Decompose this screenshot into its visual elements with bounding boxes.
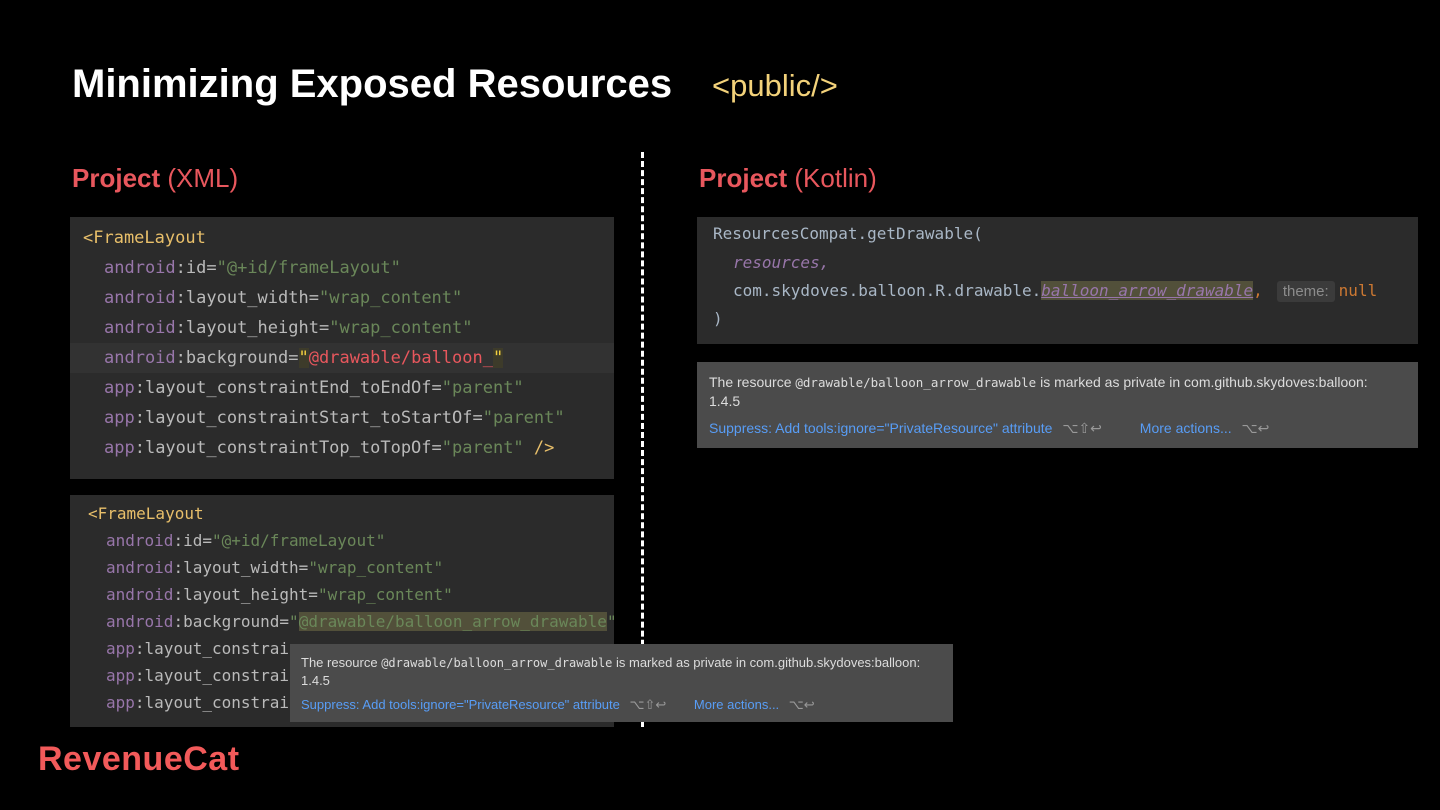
code-line: android:id="@+id/frameLayout" — [106, 531, 386, 550]
code-line: app:layout_constrain — [106, 666, 299, 685]
lint-tooltip-xml: The resource @drawable/balloon_arrow_dra… — [290, 644, 953, 722]
code-line: android:layout_height="wrap_content" — [106, 585, 453, 604]
code-line-background: android:background="@drawable/balloon_ar… — [106, 612, 617, 631]
revenuecat-logo: RevenueCat — [38, 740, 240, 778]
suppress-shortcut: ⌥⇧↩ — [629, 698, 667, 713]
code-line: app:layout_constrain — [106, 639, 299, 658]
code-open-tag: <FrameLayout — [88, 504, 204, 523]
suppress-link[interactable]: Suppress: Add tools:ignore="PrivateResou… — [301, 697, 620, 712]
xml-code-panel-1: <FrameLayout android:id="@+id/frameLayou… — [70, 217, 614, 479]
kotlin-code: ResourcesCompat.getDrawable( resources, … — [713, 224, 1377, 338]
more-actions-link[interactable]: More actions... — [694, 697, 779, 712]
slide-title: Minimizing Exposed Resources — [72, 62, 673, 106]
more-actions-shortcut: ⌥↩ — [788, 698, 815, 713]
suppress-link[interactable]: Suppress: Add tools:ignore="PrivateResou… — [709, 420, 1052, 436]
right-section-bold: Project — [699, 163, 788, 193]
code-line: app:layout_constraintTop_toTopOf="parent… — [104, 438, 555, 458]
private-resource-reference: balloon_arrow_drawable — [1041, 281, 1254, 300]
code-open-tag: <FrameLayout — [83, 228, 206, 248]
more-actions-link[interactable]: More actions... — [1140, 420, 1232, 436]
code-line: android:id="@+id/frameLayout" — [104, 258, 401, 278]
code-line: android:layout_width="wrap_content" — [106, 558, 444, 577]
xml-code-1: <FrameLayout android:id="@+id/frameLayou… — [83, 228, 565, 458]
code-line-background: android:background="@drawable/balloon_" — [104, 348, 504, 368]
code-line: app:layout_constrain — [106, 693, 299, 712]
code-line: android:layout_width="wrap_content" — [104, 288, 463, 308]
left-section-rest: (XML) — [160, 163, 239, 193]
tooltip-message: The resource @drawable/balloon_arrow_dra… — [301, 655, 921, 688]
private-resource-reference: @drawable/balloon_arrow_drawable — [298, 612, 607, 631]
left-section-bold: Project — [72, 163, 161, 193]
center-divider — [641, 152, 644, 727]
tooltip-actions: Suppress: Add tools:ignore="PrivateResou… — [301, 697, 815, 713]
right-section-rest: (Kotlin) — [787, 163, 877, 193]
suppress-shortcut: ⌥⇧↩ — [1062, 421, 1102, 437]
code-line: android:layout_height="wrap_content" — [104, 318, 473, 338]
slide-tag: <public/> — [712, 68, 838, 103]
inlay-hint-theme: theme: — [1276, 281, 1335, 302]
xml-code-2: <FrameLayout android:id="@+id/frameLayou… — [88, 504, 617, 712]
unresolved-reference: @drawable/balloon_ — [308, 348, 493, 368]
code-line-drawable: com.skydoves.balloon.R.drawable.balloon_… — [733, 281, 1378, 302]
code-line: resources, — [733, 253, 830, 272]
code-line: app:layout_constraintEnd_toEndOf="parent… — [104, 378, 524, 398]
right-section-header: Project (Kotlin) — [699, 163, 877, 194]
left-section-header: Project (XML) — [72, 163, 238, 194]
code-line: ResourcesCompat.getDrawable( — [713, 224, 983, 243]
tooltip-message: The resource @drawable/balloon_arrow_dra… — [709, 374, 1368, 409]
code-line: ) — [713, 309, 723, 328]
kotlin-code-panel: ResourcesCompat.getDrawable( resources, … — [697, 217, 1418, 344]
code-line: app:layout_constraintStart_toStartOf="pa… — [104, 408, 565, 428]
tooltip-actions: Suppress: Add tools:ignore="PrivateResou… — [709, 420, 1269, 437]
lint-tooltip-kotlin: The resource @drawable/balloon_arrow_dra… — [697, 362, 1418, 448]
more-actions-shortcut: ⌥↩ — [1241, 421, 1270, 437]
